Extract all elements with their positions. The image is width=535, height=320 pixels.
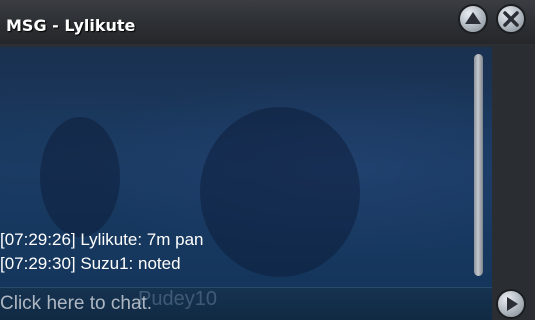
chat-message: [07:29:26] Lylikute: 7m pan <box>0 230 204 249</box>
triangle-up-icon <box>465 12 481 24</box>
send-button[interactable] <box>496 289 526 319</box>
close-button[interactable] <box>496 4 526 34</box>
title-bar[interactable]: MSG - Lylikute <box>0 0 535 44</box>
window-title: MSG - Lylikute <box>6 16 136 35</box>
chat-log[interactable]: [07:29:26] Lylikute: 7m pan [07:29:30] S… <box>0 47 492 287</box>
x-icon <box>503 11 519 27</box>
chat-message: [07:29:30] Suzu1: noted <box>0 254 181 273</box>
scrollbar-thumb[interactable] <box>474 54 483 276</box>
triangle-right-icon <box>507 297 518 311</box>
chat-input-placeholder: Click here to chat. <box>0 293 153 314</box>
side-panel <box>492 47 535 319</box>
collapse-button[interactable] <box>458 4 488 34</box>
message-window: MSG - Lylikute [07:29:26] Lylikute: 7m p… <box>0 0 535 320</box>
message-list: [07:29:26] Lylikute: 7m pan [07:29:30] S… <box>0 228 470 276</box>
background-art <box>40 117 120 237</box>
